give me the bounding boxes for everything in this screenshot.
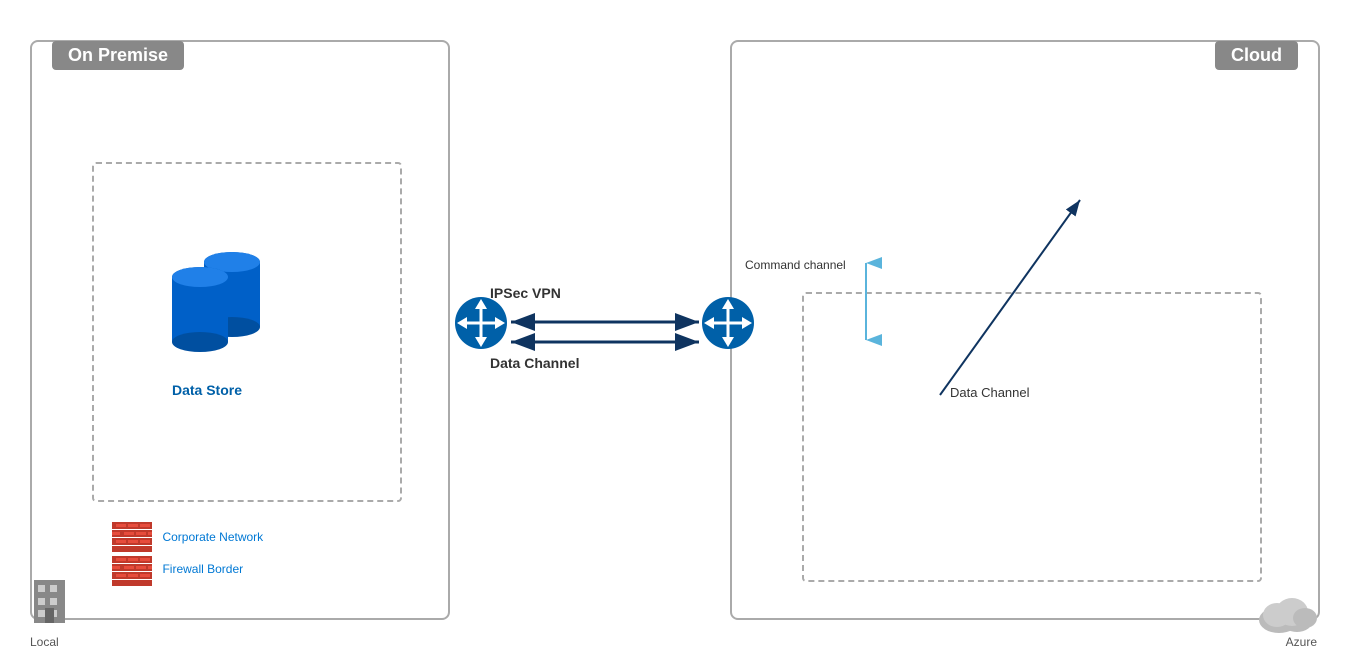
ipsec-vpn-label: IPSec VPN bbox=[490, 285, 561, 301]
data-store-icon bbox=[162, 232, 272, 367]
corporate-network-label: Corporate Network bbox=[162, 530, 263, 544]
vpn-router-left bbox=[453, 295, 509, 356]
firewall-border-label: Firewall Border bbox=[162, 562, 243, 576]
data-store-label: Data Store bbox=[142, 382, 272, 398]
building-icon bbox=[32, 570, 67, 630]
cloud-box: Cloud bbox=[730, 40, 1320, 620]
azure-vnet-box bbox=[802, 292, 1262, 582]
local-label: Local bbox=[30, 635, 59, 649]
azure-cloud-icon bbox=[1257, 590, 1317, 640]
firewall-area: Corporate Network Firewall Border bbox=[112, 522, 263, 586]
diagram-container: On Premise Data Store bbox=[0, 0, 1347, 662]
azure-label: Azure bbox=[1286, 635, 1317, 649]
command-channel-label: Command channel bbox=[745, 258, 846, 272]
on-premise-box: On Premise Data Store bbox=[30, 40, 450, 620]
vpn-router-right bbox=[700, 295, 756, 356]
data-channel-mid-label: Data Channel bbox=[490, 355, 579, 371]
data-channel-right-label: Data Channel bbox=[950, 385, 1030, 400]
cloud-label: Cloud bbox=[1215, 41, 1298, 70]
on-premise-label: On Premise bbox=[52, 41, 184, 70]
